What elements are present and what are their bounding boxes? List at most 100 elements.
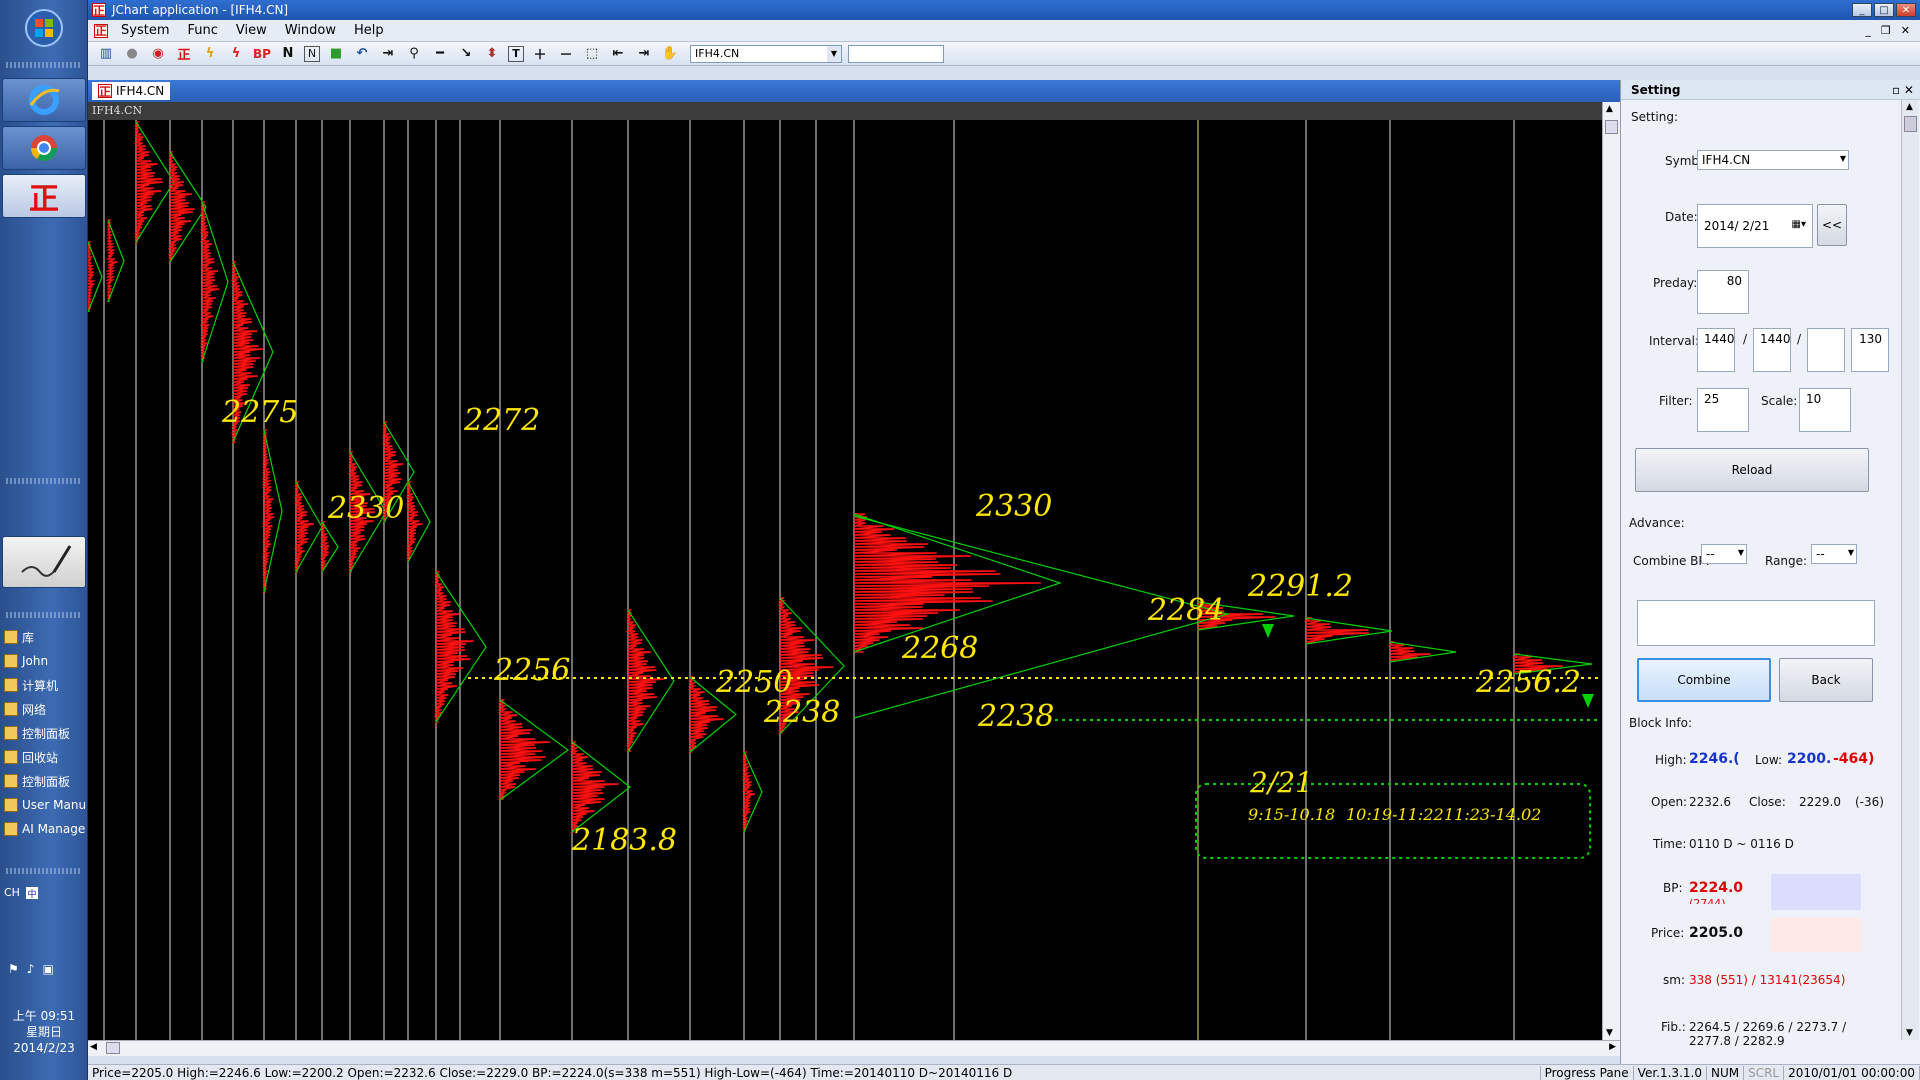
undo-icon[interactable]: ↶ xyxy=(352,45,372,63)
interval-input-1[interactable]: 1440 xyxy=(1697,328,1735,372)
quicklaunch-item[interactable]: John xyxy=(4,650,86,672)
left-icon[interactable]: ⇤ xyxy=(608,45,628,63)
menu-func[interactable]: Func xyxy=(178,23,226,38)
interval-input-4[interactable]: 130 xyxy=(1851,328,1889,372)
quicklaunch-item[interactable]: 网络 xyxy=(4,698,86,720)
hand-icon[interactable]: ✋ xyxy=(660,45,680,63)
network-icon[interactable]: ▣ xyxy=(42,962,53,976)
profile-block xyxy=(1303,617,1370,643)
range-dropdown[interactable]: -- ▼ xyxy=(1811,544,1857,564)
chart-vertical-scrollbar[interactable]: ▲ ▼ xyxy=(1602,102,1620,1040)
date-picker[interactable]: 2014/ 2/21 ▦▾ xyxy=(1697,204,1813,248)
quicklaunch-item[interactable]: 控制面板 xyxy=(4,770,86,792)
scroll-right-icon[interactable]: ▶ xyxy=(1609,1042,1616,1052)
market-profile-chart[interactable]: IFH4.CN 2275 2272 2330 2256 2183.8 2250 2238 22… xyxy=(88,102,1602,1040)
minus-icon[interactable]: － xyxy=(556,45,576,63)
zoom-icon[interactable]: ⚲ xyxy=(404,45,424,63)
scroll-thumb[interactable] xyxy=(1605,120,1618,134)
menu-system[interactable]: System xyxy=(112,23,178,38)
diag-icon[interactable]: ↘ xyxy=(456,45,476,63)
bp-icon[interactable]: BP xyxy=(252,45,272,63)
scroll-up-icon[interactable]: ▲ xyxy=(1906,102,1913,112)
text-icon[interactable]: T xyxy=(508,45,524,62)
reload-button[interactable]: Reload xyxy=(1635,448,1869,492)
date-back-button[interactable]: << xyxy=(1817,204,1847,246)
arrow-icon[interactable]: ⇥ xyxy=(378,45,398,63)
flag-icon[interactable]: ⚑ xyxy=(8,962,19,976)
status-version: Ver.1.3.1.0 xyxy=(1634,1065,1707,1080)
plus-icon[interactable]: ＋ xyxy=(530,45,550,63)
symbol-select[interactable]: IFH4.CN ▼ xyxy=(690,44,842,63)
interval-input-3[interactable] xyxy=(1807,328,1845,372)
status-main: Price=2205.0 High:=2246.6 Low:=2200.2 Op… xyxy=(88,1065,1541,1080)
cube-icon[interactable]: ■ xyxy=(326,45,346,63)
panel-close-icon[interactable]: ▫ ✕ xyxy=(1892,83,1920,97)
symbol-dropdown[interactable]: IFH4.CN ▼ xyxy=(1697,150,1849,170)
combine-button[interactable]: Combine xyxy=(1637,658,1771,702)
toolbar-input[interactable] xyxy=(848,44,944,63)
scroll-up-icon[interactable]: ▲ xyxy=(1606,104,1613,114)
right-icon[interactable]: ⇥ xyxy=(634,45,654,63)
hscroll-thumb[interactable] xyxy=(106,1042,120,1054)
price-label: 2291.2 xyxy=(1247,569,1353,604)
profile-block xyxy=(433,571,474,723)
chevron-down-icon: ▼ xyxy=(827,45,841,62)
combine-bp-dropdown[interactable]: -- ▼ xyxy=(1701,544,1747,564)
menu-view[interactable]: View xyxy=(227,23,276,38)
minimize-button[interactable]: _ xyxy=(1852,3,1872,17)
document-tab[interactable]: 正 IFH4.CN xyxy=(92,82,171,100)
start-button[interactable] xyxy=(2,6,86,50)
quicklaunch-item[interactable]: 控制面板 xyxy=(4,722,86,744)
chart-icon[interactable]: ▥ xyxy=(96,45,116,63)
scale-label: Scale: xyxy=(1761,394,1798,408)
select-icon[interactable]: ⬚ xyxy=(582,45,602,63)
mdi-minimize-button[interactable]: _ xyxy=(1865,24,1871,37)
preday-input[interactable]: 80 xyxy=(1697,270,1749,314)
hline-icon[interactable]: ━ xyxy=(430,45,450,63)
mdi-close-button[interactable]: ✕ xyxy=(1901,24,1910,37)
scroll-down-icon[interactable]: ▼ xyxy=(1606,1028,1613,1038)
n2-icon[interactable]: N xyxy=(304,45,320,62)
interval-input-2[interactable]: 1440 xyxy=(1753,328,1791,372)
taskbar-pen-button[interactable] xyxy=(2,536,86,588)
panel-scrollbar[interactable]: ▲ ▼ xyxy=(1901,100,1919,1040)
chart-horizontal-scrollbar[interactable]: ◀ ▶ xyxy=(88,1040,1620,1056)
record-icon[interactable]: ● xyxy=(122,45,142,63)
n-icon[interactable]: N xyxy=(278,45,298,63)
tool-icon[interactable]: ⬍ xyxy=(482,45,502,63)
volume-icon[interactable]: ♪ xyxy=(27,962,35,976)
quicklaunch-item[interactable]: 回收站 xyxy=(4,746,86,768)
menu-window[interactable]: Window xyxy=(276,23,345,38)
lightning2-icon[interactable]: ϟ xyxy=(226,45,246,63)
combine-text-input[interactable] xyxy=(1637,600,1875,646)
profile-block xyxy=(88,241,96,312)
stop-icon[interactable]: ◉ xyxy=(148,45,168,63)
scroll-down-icon[interactable]: ▼ xyxy=(1906,1028,1913,1038)
mdi-restore-button[interactable]: ❐ xyxy=(1881,24,1891,37)
lightning-icon[interactable]: ϟ xyxy=(200,45,220,63)
back-button[interactable]: Back xyxy=(1779,658,1873,702)
close-button[interactable]: ✕ xyxy=(1896,3,1916,17)
scroll-left-icon[interactable]: ◀ xyxy=(90,1042,97,1052)
scale-input[interactable]: 10 xyxy=(1799,388,1851,432)
menu-help[interactable]: Help xyxy=(345,23,393,38)
status-progress-pane: Progress Pane xyxy=(1541,1065,1634,1080)
quicklaunch-item[interactable]: AI Manage xyxy=(4,818,86,840)
quicklaunch-item[interactable]: 库 xyxy=(4,626,86,648)
zheng-icon[interactable]: 正 xyxy=(174,45,194,63)
scroll-thumb[interactable] xyxy=(1904,116,1917,132)
taskbar-ie-button[interactable] xyxy=(2,78,86,122)
tray-lang[interactable]: CH 中 xyxy=(4,886,38,900)
calendar-icon[interactable]: ▦▾ xyxy=(1792,219,1806,230)
filter-input[interactable]: 25 xyxy=(1697,388,1749,432)
annotation-date: 2/21 xyxy=(1249,766,1313,799)
title-bar: 正 JChart application - [IFH4.CN] _ □ ✕ xyxy=(88,0,1920,20)
taskbar-jchart-button[interactable]: 正 xyxy=(2,174,86,218)
clock-date: 2014/2/23 xyxy=(13,1041,75,1055)
quicklaunch-item[interactable]: 计算机 xyxy=(4,674,86,696)
maximize-button[interactable]: □ xyxy=(1874,3,1894,17)
taskbar-grip-2 xyxy=(6,478,82,484)
taskbar-chrome-button[interactable] xyxy=(2,126,86,170)
tray-clock[interactable]: 上午 09:51 星期日 2014/2/23 xyxy=(0,1008,88,1056)
quicklaunch-item[interactable]: User Manu xyxy=(4,794,86,816)
